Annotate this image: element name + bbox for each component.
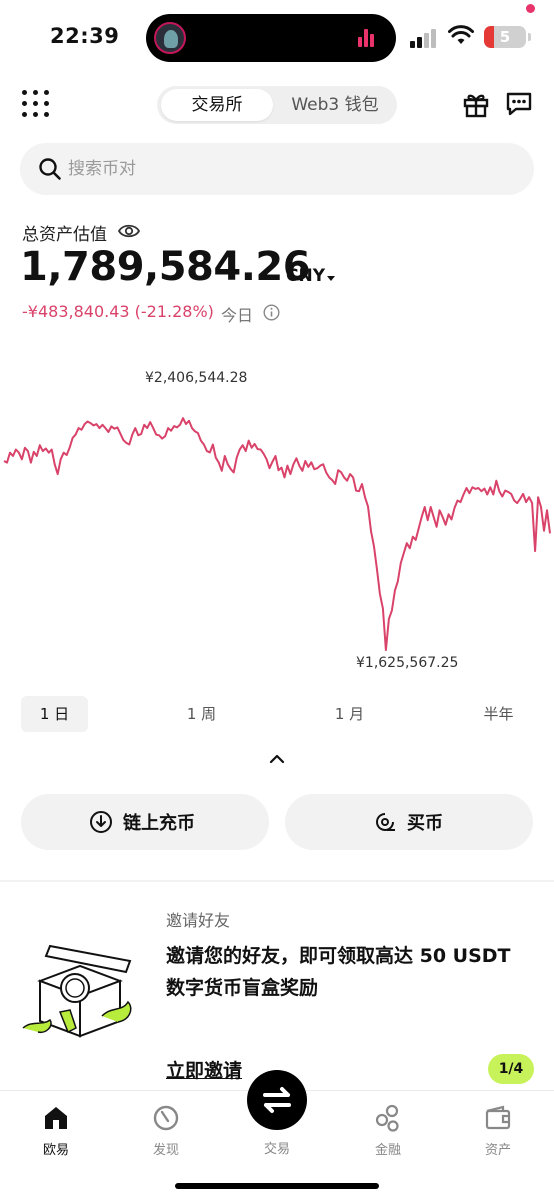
gift-icon[interactable] — [462, 90, 490, 118]
notification-dot — [526, 4, 535, 13]
avatar — [154, 22, 186, 54]
total-assets-label: 总资产估值 — [22, 225, 107, 245]
chart-series-line — [3, 417, 551, 651]
invite-description: 邀请您的好友，即可领取高达 50 USDT 数字货币盲盒奖励 — [166, 945, 511, 999]
deposit-label: 链上充币 — [123, 813, 195, 834]
nav-item-assets[interactable]: 资产 — [458, 1103, 538, 1158]
status-bar: 22:39 5 — [0, 0, 554, 76]
tab-exchange[interactable]: 交易所 — [161, 89, 273, 121]
coin-icon — [376, 813, 395, 831]
search-icon — [39, 158, 61, 180]
currency-selector[interactable]: CNY — [286, 266, 325, 286]
invite-title: 邀请好友 — [166, 911, 231, 930]
discover-icon — [153, 1105, 179, 1131]
home-icon — [45, 1107, 67, 1129]
asset-chart[interactable]: ¥2,406,544.28 ¥1,625,567.25 — [0, 340, 554, 680]
nav-item-finance[interactable]: 金融 — [348, 1103, 428, 1158]
battery-level: 5 — [499, 28, 511, 46]
section-divider — [0, 880, 554, 882]
invite-now-link[interactable]: 立即邀请 — [166, 1056, 242, 1083]
grid-menu-icon[interactable] — [22, 90, 50, 118]
swap-icon — [263, 1087, 291, 1113]
nav-label-home: 欧易 — [42, 1143, 69, 1158]
wifi-icon — [448, 25, 474, 44]
audio-bars-icon — [358, 29, 378, 47]
nav-item-home[interactable]: 欧易 — [16, 1103, 96, 1158]
banner-pager: 1/4 — [488, 1054, 534, 1084]
period-1m[interactable]: 1 月 — [316, 696, 383, 732]
chevron-up-icon[interactable] — [269, 752, 285, 766]
period-1d[interactable]: 1 日 — [21, 696, 88, 732]
eye-icon[interactable] — [118, 222, 140, 240]
nav-label-trade: 交易 — [263, 1142, 290, 1157]
chart-max-label: ¥2,406,544.28 — [145, 370, 248, 386]
wallet-icon — [485, 1105, 511, 1130]
nav-label-assets: 资产 — [484, 1143, 511, 1158]
buy-label: 买币 — [407, 813, 443, 834]
total-assets-value: 1,789,584.26 — [20, 244, 311, 290]
change-period: 今日 — [221, 306, 254, 325]
signal-icon — [410, 28, 438, 48]
message-icon[interactable] — [504, 88, 534, 118]
period-1w[interactable]: 1 周 — [168, 696, 235, 732]
nav-label-finance: 金融 — [374, 1143, 401, 1158]
tab-web3-wallet[interactable]: Web3 钱包 — [277, 89, 393, 121]
battery-icon: 5 — [484, 26, 526, 48]
download-icon — [90, 811, 112, 833]
chart-min-label: ¥1,625,567.25 — [356, 655, 459, 671]
battery-cap — [528, 33, 531, 41]
gift-box-illustration — [22, 944, 132, 1038]
app-header: 交易所 Web3 钱包 — [0, 82, 554, 128]
exchange-wallet-switch: 交易所 Web3 钱包 — [157, 86, 397, 124]
daily-change: -¥483,840.43 (-21.28%) — [22, 302, 214, 321]
info-icon[interactable] — [263, 304, 280, 321]
search-input[interactable] — [68, 143, 508, 195]
search-bar[interactable] — [20, 143, 534, 195]
deposit-button[interactable]: 链上充币 — [21, 794, 269, 850]
period-6m[interactable]: 半年 — [465, 696, 532, 732]
nav-label-discover: 发现 — [152, 1143, 179, 1158]
status-time: 22:39 — [50, 24, 120, 48]
buy-crypto-button[interactable]: 买币 — [285, 794, 533, 850]
trade-button[interactable] — [247, 1070, 307, 1130]
home-indicator — [175, 1183, 379, 1189]
nav-item-discover[interactable]: 发现 — [126, 1103, 206, 1158]
asset-chart-svg — [3, 417, 551, 651]
dynamic-island[interactable] — [146, 14, 396, 62]
finance-icon — [375, 1104, 399, 1132]
caret-down-icon[interactable] — [327, 276, 335, 281]
